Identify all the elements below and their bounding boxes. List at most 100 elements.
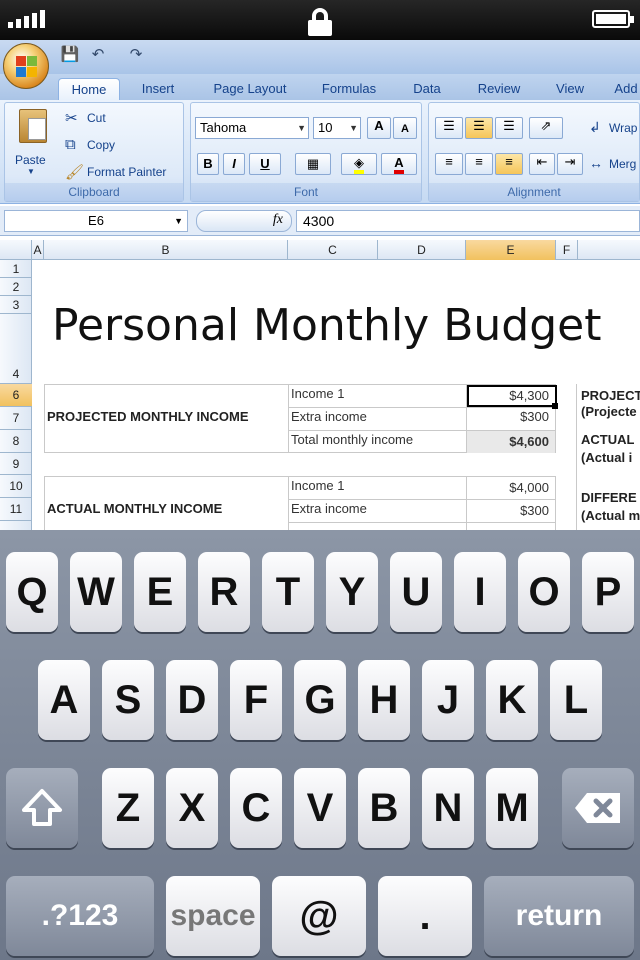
key-x[interactable]: X xyxy=(166,768,218,848)
row-header[interactable]: 3 xyxy=(0,296,32,314)
orientation-button[interactable]: ⇗ xyxy=(529,117,563,139)
key-g[interactable]: G xyxy=(294,660,346,740)
increase-indent-button[interactable]: ⇥ xyxy=(557,153,583,175)
key-h[interactable]: H xyxy=(358,660,410,740)
key-p[interactable]: P xyxy=(582,552,634,632)
actual-row-name[interactable]: Income 1 xyxy=(291,478,344,493)
at-key[interactable]: @ xyxy=(272,876,366,956)
tab-view[interactable]: View xyxy=(544,78,596,100)
tab-formulas[interactable]: Formulas xyxy=(310,78,388,100)
key-e[interactable]: E xyxy=(134,552,186,632)
projected-row-name[interactable]: Total monthly income xyxy=(291,432,413,447)
key-n[interactable]: N xyxy=(422,768,474,848)
select-all-corner[interactable] xyxy=(0,240,32,260)
column-header-f[interactable]: F xyxy=(556,240,578,260)
projected-row-value[interactable]: $4,300 xyxy=(467,385,557,407)
underline-button[interactable]: U xyxy=(249,153,281,175)
font-color-button[interactable]: A xyxy=(381,153,417,175)
key-d[interactable]: D xyxy=(166,660,218,740)
align-right-button[interactable]: ≡ xyxy=(495,153,523,175)
key-s[interactable]: S xyxy=(102,660,154,740)
row-header[interactable]: 6 xyxy=(0,384,32,407)
font-family-select[interactable]: Tahoma ▼ xyxy=(195,117,309,139)
merge-button[interactable]: ↔ Merg xyxy=(589,155,640,175)
cut-button[interactable]: ✂ Cut xyxy=(63,109,173,129)
office-button[interactable] xyxy=(3,43,49,89)
key-w[interactable]: W xyxy=(70,552,122,632)
dot-key[interactable]: . xyxy=(378,876,472,956)
key-k[interactable]: K xyxy=(486,660,538,740)
tab-home[interactable]: Home xyxy=(58,78,120,100)
format-painter-button[interactable]: 🖌 Format Painter xyxy=(63,163,183,183)
space-key[interactable]: space xyxy=(166,876,260,956)
key-v[interactable]: V xyxy=(294,768,346,848)
name-box[interactable]: E6 ▼ xyxy=(4,210,188,232)
key-u[interactable]: U xyxy=(390,552,442,632)
tab-data[interactable]: Data xyxy=(400,78,454,100)
redo-icon[interactable]: ↷ xyxy=(126,45,146,65)
paste-dropdown-arrow[interactable]: ▼ xyxy=(27,167,35,176)
save-icon[interactable]: 💾 xyxy=(60,45,80,65)
align-left-button[interactable]: ≡ xyxy=(435,153,463,175)
row-header[interactable]: 2 xyxy=(0,278,32,296)
row-header[interactable]: 8 xyxy=(0,430,32,453)
tab-insert[interactable]: Insert xyxy=(128,78,188,100)
row-header[interactable]: 9 xyxy=(0,453,32,475)
projected-total-value[interactable]: $4,600 xyxy=(467,431,555,453)
column-header-d[interactable]: D xyxy=(378,240,466,260)
key-o[interactable]: O xyxy=(518,552,570,632)
insert-function-button[interactable]: fx xyxy=(196,210,292,232)
numbers-key[interactable]: .?123 xyxy=(6,876,154,956)
shrink-font-button[interactable]: A xyxy=(393,117,417,139)
projected-row-name[interactable]: Extra income xyxy=(291,409,367,424)
formula-input[interactable]: 4300 xyxy=(296,210,640,232)
actual-row-name[interactable]: Extra income xyxy=(291,501,367,516)
key-j[interactable]: J xyxy=(422,660,474,740)
key-a[interactable]: A xyxy=(38,660,90,740)
align-bottom-button[interactable]: ☰ xyxy=(495,117,523,139)
row-header[interactable]: 10 xyxy=(0,475,32,498)
key-f[interactable]: F xyxy=(230,660,282,740)
align-center-button[interactable]: ≡ xyxy=(465,153,493,175)
actual-row-value[interactable]: $300 xyxy=(467,503,555,518)
tab-review[interactable]: Review xyxy=(466,78,532,100)
grow-font-button[interactable]: A xyxy=(367,117,391,139)
row-header[interactable]: 7 xyxy=(0,407,32,430)
font-size-select[interactable]: 10 ▼ xyxy=(313,117,361,139)
undo-icon[interactable]: ↶ xyxy=(88,45,108,65)
decrease-indent-button[interactable]: ⇤ xyxy=(529,153,555,175)
align-middle-button[interactable]: ☰ xyxy=(465,117,493,139)
actual-row-value[interactable]: $4,000 xyxy=(467,480,555,495)
row-header[interactable]: 1 xyxy=(0,260,32,278)
tab-add[interactable]: Add xyxy=(606,78,640,100)
projected-row-value[interactable]: $300 xyxy=(467,409,555,424)
shift-key[interactable] xyxy=(6,768,78,848)
column-header-a[interactable]: A xyxy=(32,240,44,260)
bold-button[interactable]: B xyxy=(197,153,219,175)
key-y[interactable]: Y xyxy=(326,552,378,632)
column-header-e[interactable]: E xyxy=(466,240,556,260)
copy-button[interactable]: ⧉ Copy xyxy=(63,136,173,156)
wrap-text-button[interactable]: ↲ Wrap xyxy=(589,119,640,139)
key-i[interactable]: I xyxy=(454,552,506,632)
align-top-button[interactable]: ☰ xyxy=(435,117,463,139)
italic-button[interactable]: I xyxy=(223,153,245,175)
key-q[interactable]: Q xyxy=(6,552,58,632)
tab-page-layout[interactable]: Page Layout xyxy=(200,78,300,100)
key-z[interactable]: Z xyxy=(102,768,154,848)
key-c[interactable]: C xyxy=(230,768,282,848)
row-header[interactable]: 4 xyxy=(0,314,32,384)
projected-row-name[interactable]: Income 1 xyxy=(291,386,344,401)
column-header-b[interactable]: B xyxy=(44,240,288,260)
column-header-c[interactable]: C xyxy=(288,240,378,260)
return-key[interactable]: return xyxy=(484,876,634,956)
backspace-key[interactable] xyxy=(562,768,634,848)
key-t[interactable]: T xyxy=(262,552,314,632)
paste-button[interactable]: Paste ▼ xyxy=(11,107,57,179)
key-l[interactable]: L xyxy=(550,660,602,740)
key-m[interactable]: M xyxy=(486,768,538,848)
key-r[interactable]: R xyxy=(198,552,250,632)
fill-color-button[interactable]: ◈ xyxy=(341,153,377,175)
borders-button[interactable]: ▦ xyxy=(295,153,331,175)
row-header[interactable]: 11 xyxy=(0,498,32,521)
